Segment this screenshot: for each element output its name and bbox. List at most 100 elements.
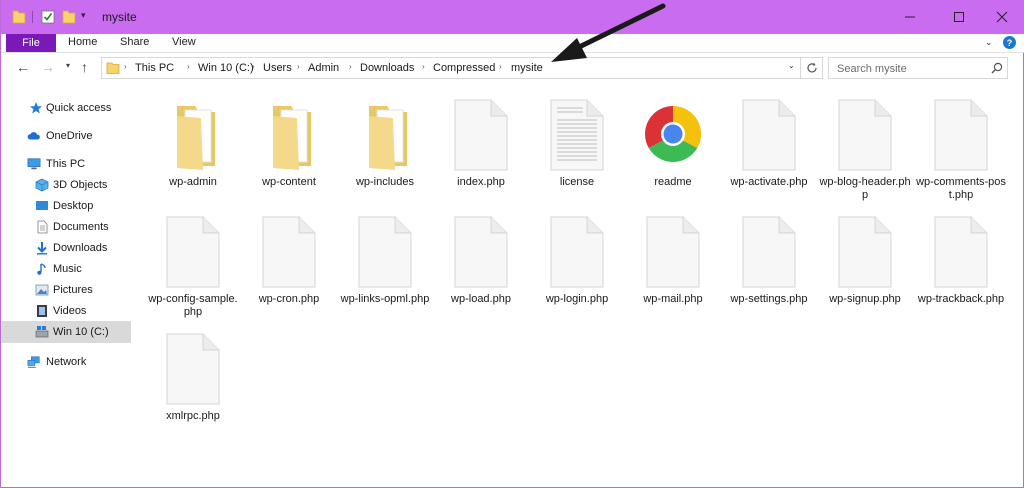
file-item[interactable]: readme bbox=[627, 88, 719, 200]
new-folder-icon[interactable] bbox=[62, 9, 76, 25]
blank-file-icon bbox=[166, 333, 220, 405]
forward-arrow-icon[interactable]: → bbox=[41, 59, 55, 75]
minimize-button[interactable] bbox=[887, 0, 933, 34]
sidebar-item-label: Music bbox=[53, 263, 82, 275]
title-bar: ▾ mysite bbox=[1, 0, 1024, 34]
sidebar-item-win10-drive[interactable]: Win 10 (C:) bbox=[1, 321, 131, 343]
close-button[interactable] bbox=[979, 0, 1024, 34]
file-item[interactable]: wp-blog-header.php bbox=[819, 88, 911, 201]
expand-ribbon-icon[interactable]: ⌄ bbox=[985, 37, 993, 48]
blank-file-icon bbox=[934, 216, 988, 288]
file-item[interactable]: wp-cron.php bbox=[243, 205, 335, 317]
file-name: wp-comments-post.php bbox=[916, 176, 1006, 201]
file-item[interactable]: wp-mail.php bbox=[627, 205, 719, 317]
maximize-button[interactable] bbox=[936, 0, 982, 34]
file-name: index.php bbox=[457, 176, 505, 188]
sidebar-item-3d-objects[interactable]: 3D Objects bbox=[1, 174, 131, 196]
breadcrumb-chevron-icon[interactable]: › bbox=[499, 62, 502, 71]
breadcrumb-chevron-icon[interactable]: › bbox=[349, 62, 352, 71]
file-name: wp-mail.php bbox=[643, 293, 703, 305]
file-item[interactable]: wp-comments-post.php bbox=[915, 88, 1007, 201]
file-item[interactable]: xmlrpc.php bbox=[147, 322, 239, 434]
sidebar-item-videos[interactable]: Videos bbox=[1, 300, 131, 322]
file-item[interactable]: wp-links-opml.php bbox=[339, 205, 431, 317]
file-name: wp-blog-header.php bbox=[819, 176, 911, 201]
sidebar-item-music[interactable]: Music bbox=[1, 258, 131, 280]
tab-share[interactable]: Share bbox=[120, 36, 149, 48]
tab-file[interactable]: File bbox=[6, 34, 56, 52]
file-item[interactable]: wp-signup.php bbox=[819, 205, 911, 317]
refresh-button[interactable] bbox=[801, 57, 823, 79]
file-item[interactable]: license bbox=[531, 88, 623, 200]
sidebar-item-label: Documents bbox=[53, 221, 109, 233]
breadcrumb-downloads[interactable]: Downloads bbox=[360, 62, 414, 74]
tab-home[interactable]: Home bbox=[68, 36, 97, 48]
breadcrumb-chevron-icon[interactable]: › bbox=[187, 62, 190, 71]
properties-icon[interactable] bbox=[41, 9, 55, 25]
sidebar-item-this-pc[interactable]: This PC bbox=[1, 153, 131, 175]
minimize-icon bbox=[905, 16, 915, 18]
sidebar-item-documents[interactable]: Documents bbox=[1, 216, 131, 238]
breadcrumb-admin[interactable]: Admin bbox=[308, 62, 339, 74]
tab-view[interactable]: View bbox=[172, 36, 196, 48]
navigation-pane: Quick access OneDrive This PC 3D Objects bbox=[1, 92, 136, 488]
back-arrow-icon[interactable]: ← bbox=[16, 59, 30, 75]
file-name: xmlrpc.php bbox=[166, 410, 220, 422]
file-name: wp-login.php bbox=[545, 293, 609, 305]
sidebar-item-quick-access[interactable]: Quick access bbox=[1, 97, 131, 119]
breadcrumb-chevron-icon[interactable]: › bbox=[252, 62, 255, 71]
file-name: license bbox=[559, 176, 595, 188]
up-arrow-icon[interactable]: ↑ bbox=[81, 59, 88, 75]
window-title: mysite bbox=[102, 10, 137, 24]
file-item[interactable]: wp-load.php bbox=[435, 205, 527, 317]
desktop-icon bbox=[36, 201, 48, 210]
download-icon bbox=[37, 242, 47, 255]
breadcrumb-chevron-icon[interactable]: › bbox=[422, 62, 425, 71]
file-item[interactable]: wp-settings.php bbox=[723, 205, 815, 317]
file-name: readme bbox=[654, 176, 692, 188]
blank-file-icon bbox=[646, 216, 700, 288]
address-bar[interactable]: › This PC › Win 10 (C:) › Users › Admin … bbox=[101, 57, 801, 79]
file-name: wp-config-sample.php bbox=[148, 293, 238, 318]
file-name: wp-cron.php bbox=[258, 293, 320, 305]
customize-quick-access-icon[interactable]: ▾ bbox=[81, 10, 86, 21]
search-input[interactable] bbox=[837, 61, 987, 76]
search-box[interactable] bbox=[828, 57, 1008, 79]
sidebar-item-pictures[interactable]: Pictures bbox=[1, 279, 131, 301]
sidebar-item-downloads[interactable]: Downloads bbox=[1, 237, 131, 259]
file-item[interactable]: wp-content bbox=[243, 88, 335, 200]
breadcrumb-chevron-icon[interactable]: › bbox=[297, 62, 300, 71]
sidebar-item-onedrive[interactable]: OneDrive bbox=[1, 125, 131, 147]
file-item[interactable]: index.php bbox=[435, 88, 527, 200]
folder-icon[interactable] bbox=[12, 9, 26, 25]
sidebar-item-label: Desktop bbox=[53, 200, 94, 212]
recent-locations-icon[interactable]: ▾ bbox=[66, 61, 70, 70]
file-item[interactable]: wp-includes bbox=[339, 88, 431, 200]
file-item[interactable]: wp-activate.php bbox=[723, 88, 815, 200]
vertical-scrollbar[interactable] bbox=[1012, 88, 1022, 484]
breadcrumb-chevron-icon[interactable]: › bbox=[124, 62, 127, 71]
breadcrumb-win10[interactable]: Win 10 (C:) bbox=[198, 62, 254, 74]
help-icon[interactable]: ? bbox=[1003, 36, 1016, 49]
sidebar-item-label: 3D Objects bbox=[53, 179, 108, 191]
search-icon[interactable] bbox=[991, 62, 1003, 74]
annotation-arrow-icon bbox=[551, 3, 666, 62]
file-name: wp-trackback.php bbox=[917, 293, 1005, 305]
file-item[interactable]: wp-trackback.php bbox=[915, 205, 1007, 317]
blank-file-icon bbox=[838, 99, 892, 171]
breadcrumb-compressed[interactable]: Compressed bbox=[433, 62, 495, 74]
file-item[interactable]: wp-login.php bbox=[531, 205, 623, 317]
breadcrumb-this-pc[interactable]: This PC bbox=[135, 62, 174, 74]
sidebar-item-network[interactable]: Network bbox=[1, 351, 131, 373]
folder-icon bbox=[106, 62, 120, 74]
sidebar-item-label: This PC bbox=[46, 158, 86, 170]
star-icon bbox=[30, 102, 42, 114]
sidebar-item-label: Downloads bbox=[53, 242, 108, 254]
file-item[interactable]: wp-admin bbox=[147, 88, 239, 200]
sidebar-item-desktop[interactable]: Desktop bbox=[1, 195, 131, 217]
file-name: wp-admin bbox=[169, 176, 217, 188]
breadcrumb-users[interactable]: Users bbox=[263, 62, 292, 74]
address-dropdown-icon[interactable]: ⌄ bbox=[788, 61, 795, 70]
drive-icon bbox=[35, 326, 49, 338]
file-item[interactable]: wp-config-sample.php bbox=[147, 205, 239, 318]
